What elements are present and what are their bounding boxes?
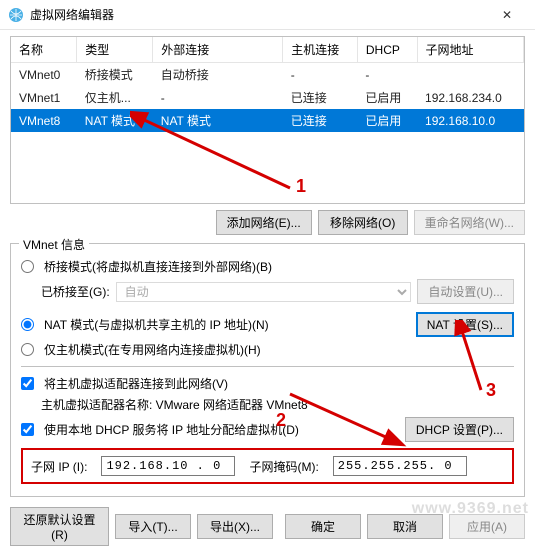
- column-header[interactable]: 名称: [11, 37, 77, 63]
- table-cell: 已启用: [357, 109, 417, 132]
- export-button[interactable]: 导出(X)...: [197, 514, 273, 539]
- app-icon: [8, 7, 24, 23]
- column-header[interactable]: 主机连接: [283, 37, 358, 63]
- table-cell: NAT 模式: [77, 109, 153, 132]
- vmnet-info-group: VMnet 信息 桥接模式(将虚拟机直接连接到外部网络)(B) 已桥接至(G):…: [10, 243, 525, 497]
- table-cell: 192.168.234.0: [417, 86, 523, 109]
- ok-button[interactable]: 确定: [285, 514, 361, 539]
- subnet-ip-label: 子网 IP (I):: [31, 458, 87, 475]
- table-cell: VMnet1: [11, 86, 77, 109]
- hostonly-radio[interactable]: [21, 343, 34, 356]
- window-title: 虚拟网络编辑器: [30, 6, 487, 23]
- dhcp-checkbox-label: 使用本地 DHCP 服务将 IP 地址分配给虚拟机(D): [44, 421, 299, 438]
- subnet-mask-input[interactable]: [333, 456, 467, 476]
- column-header[interactable]: 子网地址: [417, 37, 523, 63]
- subnet-box: 子网 IP (I): 子网掩码(M):: [21, 448, 514, 484]
- connect-adapter-label: 将主机虚拟适配器连接到此网络(V): [44, 375, 228, 392]
- connect-adapter-checkbox[interactable]: [21, 377, 34, 390]
- restore-defaults-button[interactable]: 还原默认设置(R): [10, 507, 109, 546]
- cancel-button[interactable]: 取消: [367, 514, 443, 539]
- table-cell: 已连接: [283, 109, 358, 132]
- column-header[interactable]: 外部连接: [153, 37, 283, 63]
- table-row[interactable]: VMnet1仅主机...-已连接已启用192.168.234.0: [11, 86, 524, 109]
- bridge-radio-label: 桥接模式(将虚拟机直接连接到外部网络)(B): [44, 258, 272, 275]
- group-title: VMnet 信息: [19, 236, 89, 253]
- table-cell: -: [357, 63, 417, 87]
- bridge-to-label: 已桥接至(G):: [41, 283, 110, 300]
- table-cell: 仅主机...: [77, 86, 153, 109]
- table-cell: 自动桥接: [153, 63, 283, 87]
- subnet-mask-label: 子网掩码(M):: [249, 458, 318, 475]
- table-cell: [417, 63, 523, 87]
- table-cell: -: [153, 86, 283, 109]
- import-button[interactable]: 导入(T)...: [115, 514, 191, 539]
- bridge-radio[interactable]: [21, 260, 34, 273]
- rename-network-button: 重命名网络(W)...: [414, 210, 525, 235]
- table-cell: -: [283, 63, 358, 87]
- dhcp-checkbox[interactable]: [21, 423, 34, 436]
- table-cell: 已启用: [357, 86, 417, 109]
- table-cell: VMnet8: [11, 109, 77, 132]
- column-header[interactable]: 类型: [77, 37, 153, 63]
- close-button[interactable]: ✕: [487, 1, 527, 29]
- nat-settings-button[interactable]: NAT 设置(S)...: [416, 312, 514, 337]
- column-header[interactable]: DHCP: [357, 37, 417, 63]
- bridge-to-select: 自动: [116, 282, 412, 302]
- auto-settings-button: 自动设置(U)...: [417, 279, 514, 304]
- nat-radio[interactable]: [21, 318, 34, 331]
- adapter-name-label: 主机虚拟适配器名称: VMware 网络适配器 VMnet8: [41, 396, 308, 413]
- table-row[interactable]: VMnet8NAT 模式NAT 模式已连接已启用192.168.10.0: [11, 109, 524, 132]
- table-cell: VMnet0: [11, 63, 77, 87]
- nat-radio-label: NAT 模式(与虚拟机共享主机的 IP 地址)(N): [44, 316, 269, 333]
- dhcp-settings-button[interactable]: DHCP 设置(P)...: [405, 417, 514, 442]
- subnet-ip-input[interactable]: [101, 456, 235, 476]
- table-cell: 192.168.10.0: [417, 109, 523, 132]
- table-cell: 桥接模式: [77, 63, 153, 87]
- table-row[interactable]: VMnet0桥接模式自动桥接--: [11, 63, 524, 87]
- table-cell: NAT 模式: [153, 109, 283, 132]
- table-cell: 已连接: [283, 86, 358, 109]
- network-table[interactable]: 名称类型外部连接主机连接DHCP子网地址 VMnet0桥接模式自动桥接--VMn…: [10, 36, 525, 204]
- remove-network-button[interactable]: 移除网络(O): [318, 210, 408, 235]
- add-network-button[interactable]: 添加网络(E)...: [216, 210, 312, 235]
- hostonly-radio-label: 仅主机模式(在专用网络内连接虚拟机)(H): [44, 341, 261, 358]
- apply-button: 应用(A): [449, 514, 525, 539]
